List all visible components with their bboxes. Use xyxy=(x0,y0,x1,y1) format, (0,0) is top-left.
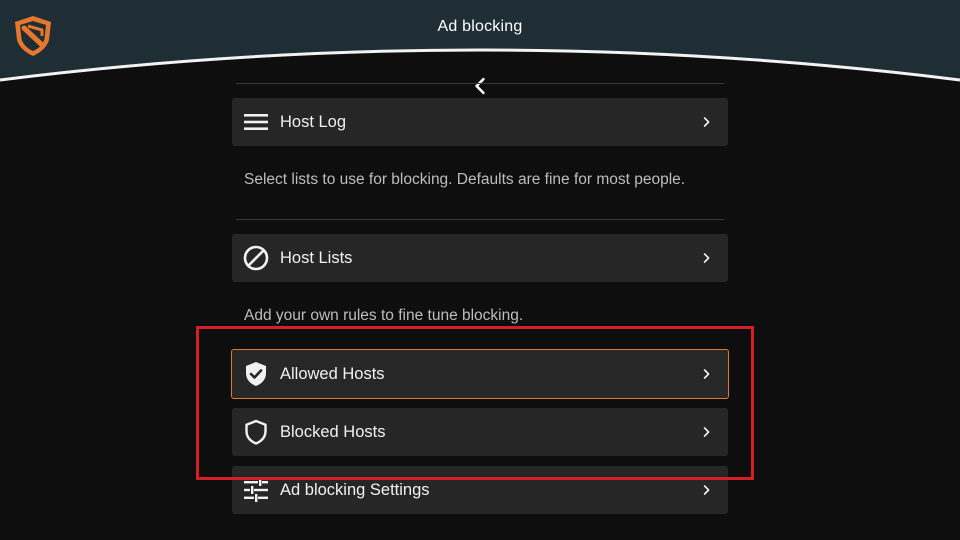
chevron-right-icon xyxy=(702,483,712,497)
divider xyxy=(236,219,724,220)
ad-blocking-settings-label: Ad blocking Settings xyxy=(280,480,430,499)
block-circle-icon xyxy=(242,244,270,272)
divider xyxy=(236,83,724,84)
back-button[interactable] xyxy=(468,74,492,98)
host-lists-label: Host Lists xyxy=(280,248,353,267)
custom-rules-description: Add your own rules to fine tune blocking… xyxy=(244,307,524,324)
highlight-annotation-box xyxy=(196,326,754,480)
ad-blocking-screen: Ad blocking Host Log Select lists to use… xyxy=(0,0,960,540)
menu-lines-icon xyxy=(242,108,270,136)
host-lists-item[interactable]: Host Lists xyxy=(232,234,728,282)
host-log-item[interactable]: Host Log xyxy=(232,98,728,146)
chevron-left-icon xyxy=(475,77,485,95)
chevron-right-icon xyxy=(702,115,712,129)
host-log-label: Host Log xyxy=(280,112,347,131)
host-lists-description: Select lists to use for blocking. Defaul… xyxy=(244,171,686,188)
sliders-icon xyxy=(242,476,270,504)
page-title: Ad blocking xyxy=(437,18,523,35)
chevron-right-icon xyxy=(702,251,712,265)
